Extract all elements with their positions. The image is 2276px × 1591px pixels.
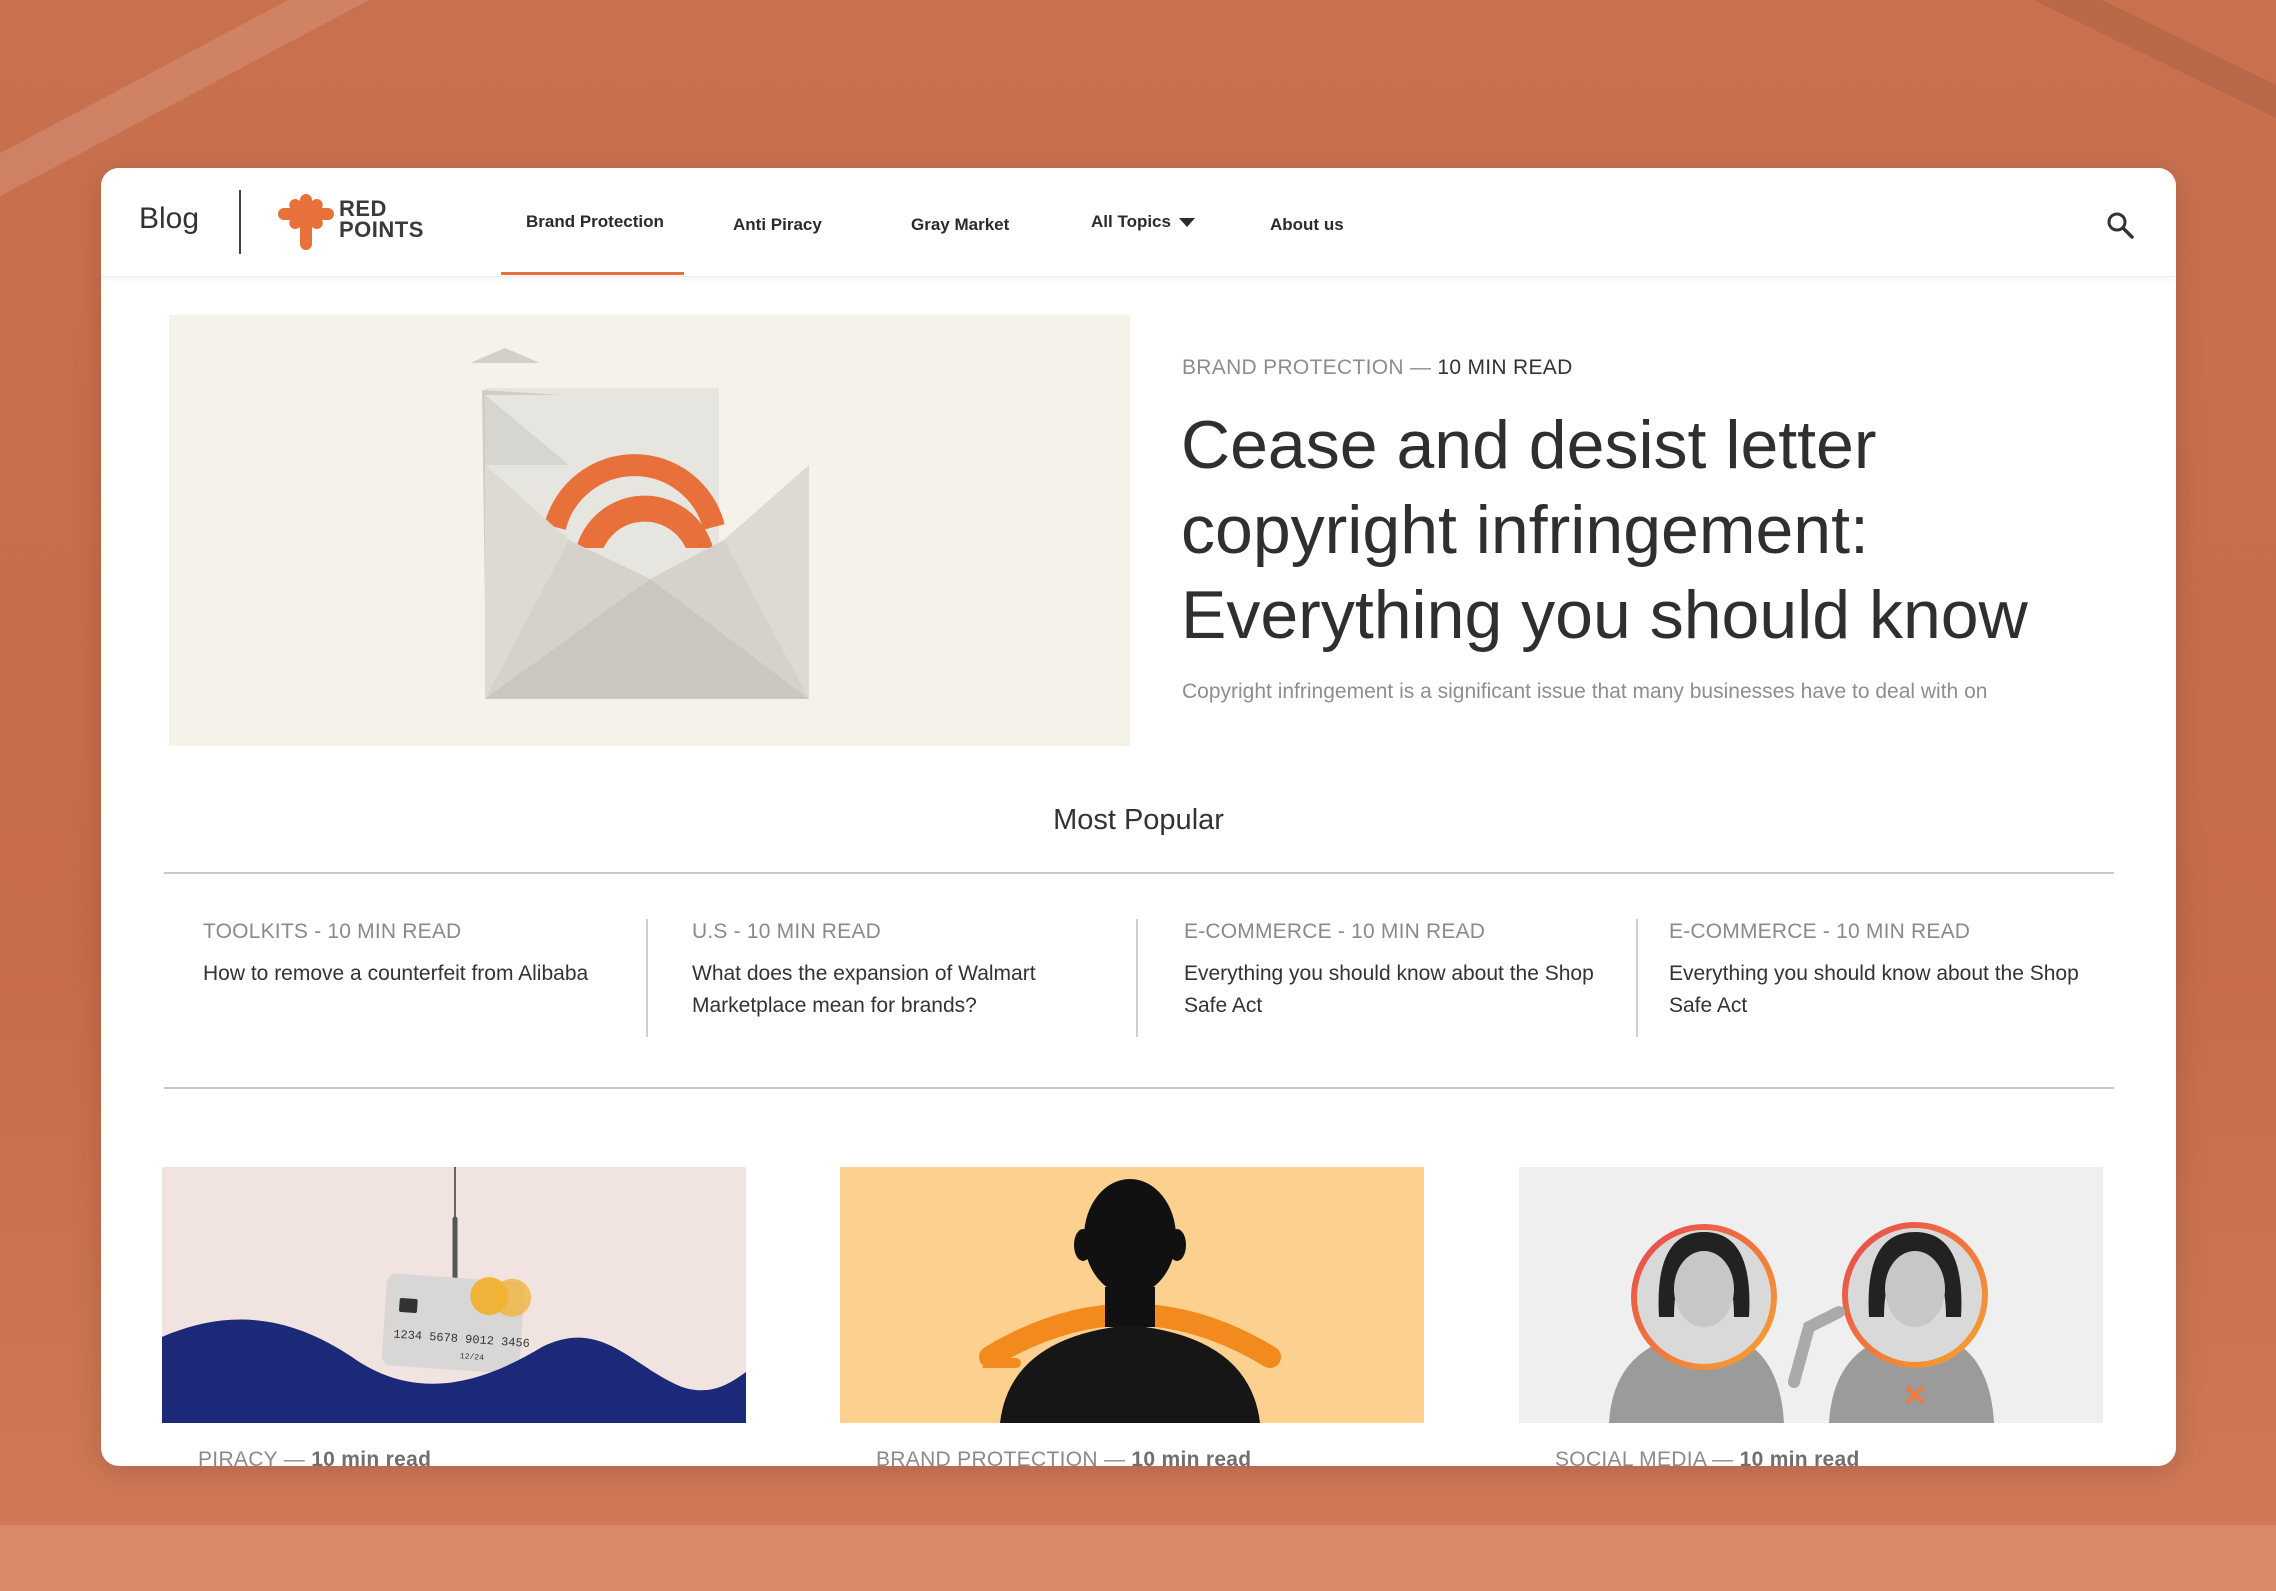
card-meta: PIRACY — 10 min read <box>198 1448 431 1466</box>
popular-divider <box>1636 919 1638 1037</box>
search-icon[interactable] <box>2105 210 2135 240</box>
hero-excerpt: Copyright infringement is a significant … <box>1182 680 1988 703</box>
section-divider <box>164 1087 2114 1089</box>
blog-label: Blog <box>139 202 200 235</box>
popular-item-title: What does the expansion of Walmart Marke… <box>692 962 1036 1017</box>
background-band <box>0 1465 2276 1525</box>
nav-all-topics-label: All Topics <box>1091 212 1171 231</box>
silhouette-arrow-illustration <box>979 1179 1281 1423</box>
logo-line1: RED <box>339 196 387 221</box>
hero-category: BRAND PROTECTION — <box>1182 356 1438 379</box>
popular-item-title: Everything you should know about the Sho… <box>1184 962 1594 1017</box>
card-category: SOCIAL MEDIA — <box>1555 1448 1740 1466</box>
nav-all-topics[interactable]: All Topics <box>1091 212 1195 232</box>
card-meta: SOCIAL MEDIA — 10 min read <box>1555 1448 1860 1466</box>
card-expiry: 12/24 <box>460 1352 485 1363</box>
popular-item-category: E-COMMERCE - 10 MIN READ <box>1184 920 1486 943</box>
hero-read-time: 10 MIN READ <box>1437 356 1573 379</box>
popular-item[interactable]: E-COMMERCE - 10 MIN READ Everything you … <box>1669 920 2089 1022</box>
popular-item-category: E-COMMERCE - 10 MIN READ <box>1669 920 1971 943</box>
credit-card-hook-illustration: 1234 5678 9012 3456 12/24 <box>162 1167 746 1423</box>
nav-brand-protection[interactable]: Brand Protection <box>526 212 664 232</box>
popular-item-title: How to remove a counterfeit from Alibaba <box>203 962 589 985</box>
hero-image[interactable] <box>169 315 1130 746</box>
header-divider <box>239 190 241 254</box>
logo-line2: POINTS <box>339 217 424 242</box>
nav-gray-market[interactable]: Gray Market <box>911 215 1009 235</box>
card-read-time: 10 min read <box>1131 1448 1252 1466</box>
popular-item-category: U.S - 10 MIN READ <box>692 920 881 943</box>
popular-divider <box>1136 919 1138 1037</box>
card-image-piracy[interactable]: 1234 5678 9012 3456 12/24 <box>162 1167 746 1423</box>
card-image-brand-protection[interactable] <box>840 1167 1424 1423</box>
popular-item-title: Everything you should know about the Sho… <box>1669 962 2079 1017</box>
nav-anti-piracy[interactable]: Anti Piracy <box>733 215 822 235</box>
card-category: PIRACY — <box>198 1448 312 1466</box>
card-read-time: 10 min read <box>1739 1448 1860 1466</box>
two-women-illustration <box>1609 1222 1994 1423</box>
card-meta: BRAND PROTECTION — 10 min read <box>876 1448 1251 1466</box>
logo-wordmark: RED POINTS <box>339 196 424 242</box>
most-popular-title: Most Popular <box>1053 804 1224 836</box>
site-header: Blog RED POINTS Brand Protection Anti Pi… <box>101 168 2176 277</box>
background-stripe <box>1919 0 2276 173</box>
popular-item[interactable]: E-COMMERCE - 10 MIN READ Everything you … <box>1184 920 1604 1022</box>
card-image-social-media[interactable] <box>1519 1167 2103 1423</box>
card-read-time: 10 min read <box>311 1448 432 1466</box>
envelope-illustration <box>470 348 809 699</box>
section-divider <box>164 872 2114 874</box>
caret-down-icon <box>1178 218 1195 228</box>
popular-item-category: TOOLKITS - 10 MIN READ <box>203 920 462 943</box>
nav-active-underline <box>501 272 684 275</box>
popular-item[interactable]: U.S - 10 MIN READ What does the expansio… <box>692 920 1112 1022</box>
popular-item[interactable]: TOOLKITS - 10 MIN READ How to remove a c… <box>203 920 623 990</box>
hero-meta: BRAND PROTECTION — 10 MIN READ <box>1182 356 1573 380</box>
hero-title[interactable]: Cease and desist letter copyright infrin… <box>1181 403 2121 658</box>
card-category: BRAND PROTECTION — <box>876 1448 1132 1466</box>
browser-window: Blog RED POINTS Brand Protection Anti Pi… <box>101 168 2176 1466</box>
background-band <box>0 1525 2276 1591</box>
popular-divider <box>646 919 648 1037</box>
nav-about-us[interactable]: About us <box>1270 215 1344 235</box>
